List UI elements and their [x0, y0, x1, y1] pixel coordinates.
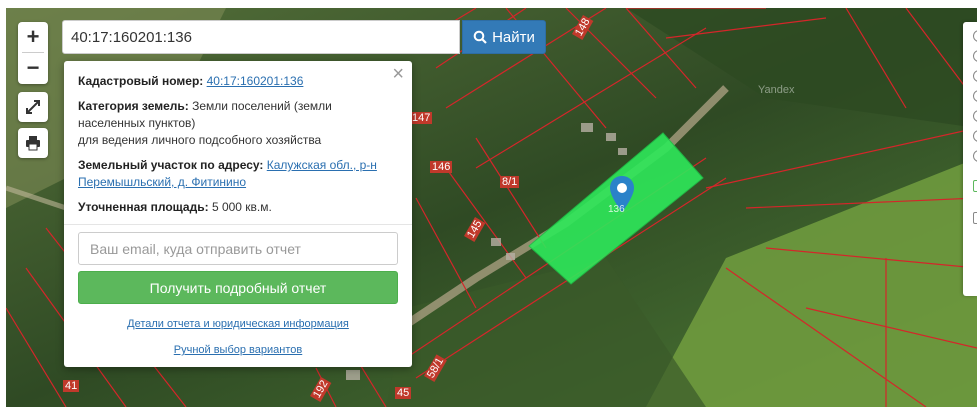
- search-icon: [473, 30, 487, 44]
- layer-option[interactable]: [973, 110, 977, 122]
- report-details-link[interactable]: Детали отчета и юридическая информация: [127, 318, 349, 330]
- parcel-label: 147: [410, 112, 433, 124]
- parcel-label: 146: [430, 161, 453, 173]
- address-row: Земельный участок по адресу: Калужская о…: [78, 157, 398, 191]
- zoom-out-button[interactable]: −: [18, 53, 48, 83]
- category-row: Категория земель: Земли поселений (земли…: [78, 98, 398, 149]
- parcel-label: 8/1: [500, 176, 520, 188]
- category-use: для ведения личного подсобного хозяйства: [78, 133, 322, 147]
- area-label: Уточненная площадь:: [78, 200, 209, 214]
- map-watermark: Yandex: [758, 84, 795, 96]
- layer-checkbox[interactable]: [973, 212, 977, 224]
- popup-divider: [64, 224, 412, 225]
- parcel-label: 45: [395, 387, 412, 399]
- layer-option[interactable]: [973, 150, 977, 162]
- layer-option[interactable]: [973, 50, 977, 62]
- parcel-info-popup: × Кадастровый номер: 40:17:160201:136 Ка…: [64, 61, 412, 367]
- parcel-label: 41: [63, 380, 80, 392]
- get-report-button[interactable]: Получить подробный отчет: [78, 271, 398, 304]
- printer-icon: [26, 136, 40, 151]
- layers-panel: [963, 22, 977, 296]
- search-button-label: Найти: [492, 28, 535, 46]
- print-button[interactable]: [18, 128, 48, 158]
- details-row: Детали отчета и юридическая информация: [78, 318, 398, 330]
- marker-label: 136: [608, 204, 625, 215]
- manual-row: Ручной выбор вариантов: [78, 344, 398, 356]
- layer-option[interactable]: [973, 30, 977, 42]
- fullscreen-icon: [26, 100, 40, 114]
- layer-checkbox[interactable]: [973, 180, 977, 192]
- close-icon[interactable]: ×: [392, 63, 404, 86]
- cadastral-link[interactable]: 40:17:160201:136: [207, 74, 304, 88]
- email-field[interactable]: Ваш email, куда отправить отчет: [78, 232, 398, 265]
- category-label: Категория земель:: [78, 99, 189, 113]
- manual-selection-link[interactable]: Ручной выбор вариантов: [174, 344, 302, 356]
- zoom-control: + −: [18, 22, 48, 84]
- address-label: Земельный участок по адресу:: [78, 158, 264, 172]
- search-button[interactable]: Найти: [462, 20, 546, 54]
- cadastral-search-input[interactable]: [62, 20, 460, 54]
- layer-option[interactable]: [973, 70, 977, 82]
- fullscreen-button[interactable]: [18, 92, 48, 122]
- area-row: Уточненная площадь: 5 000 кв.м.: [78, 199, 398, 216]
- cadastral-label: Кадастровый номер:: [78, 74, 204, 88]
- layer-option[interactable]: [973, 130, 977, 142]
- area-value: 5 000 кв.м.: [211, 200, 272, 214]
- layer-option[interactable]: [973, 90, 977, 102]
- zoom-in-button[interactable]: +: [18, 22, 48, 52]
- cadastral-row: Кадастровый номер: 40:17:160201:136: [78, 73, 398, 90]
